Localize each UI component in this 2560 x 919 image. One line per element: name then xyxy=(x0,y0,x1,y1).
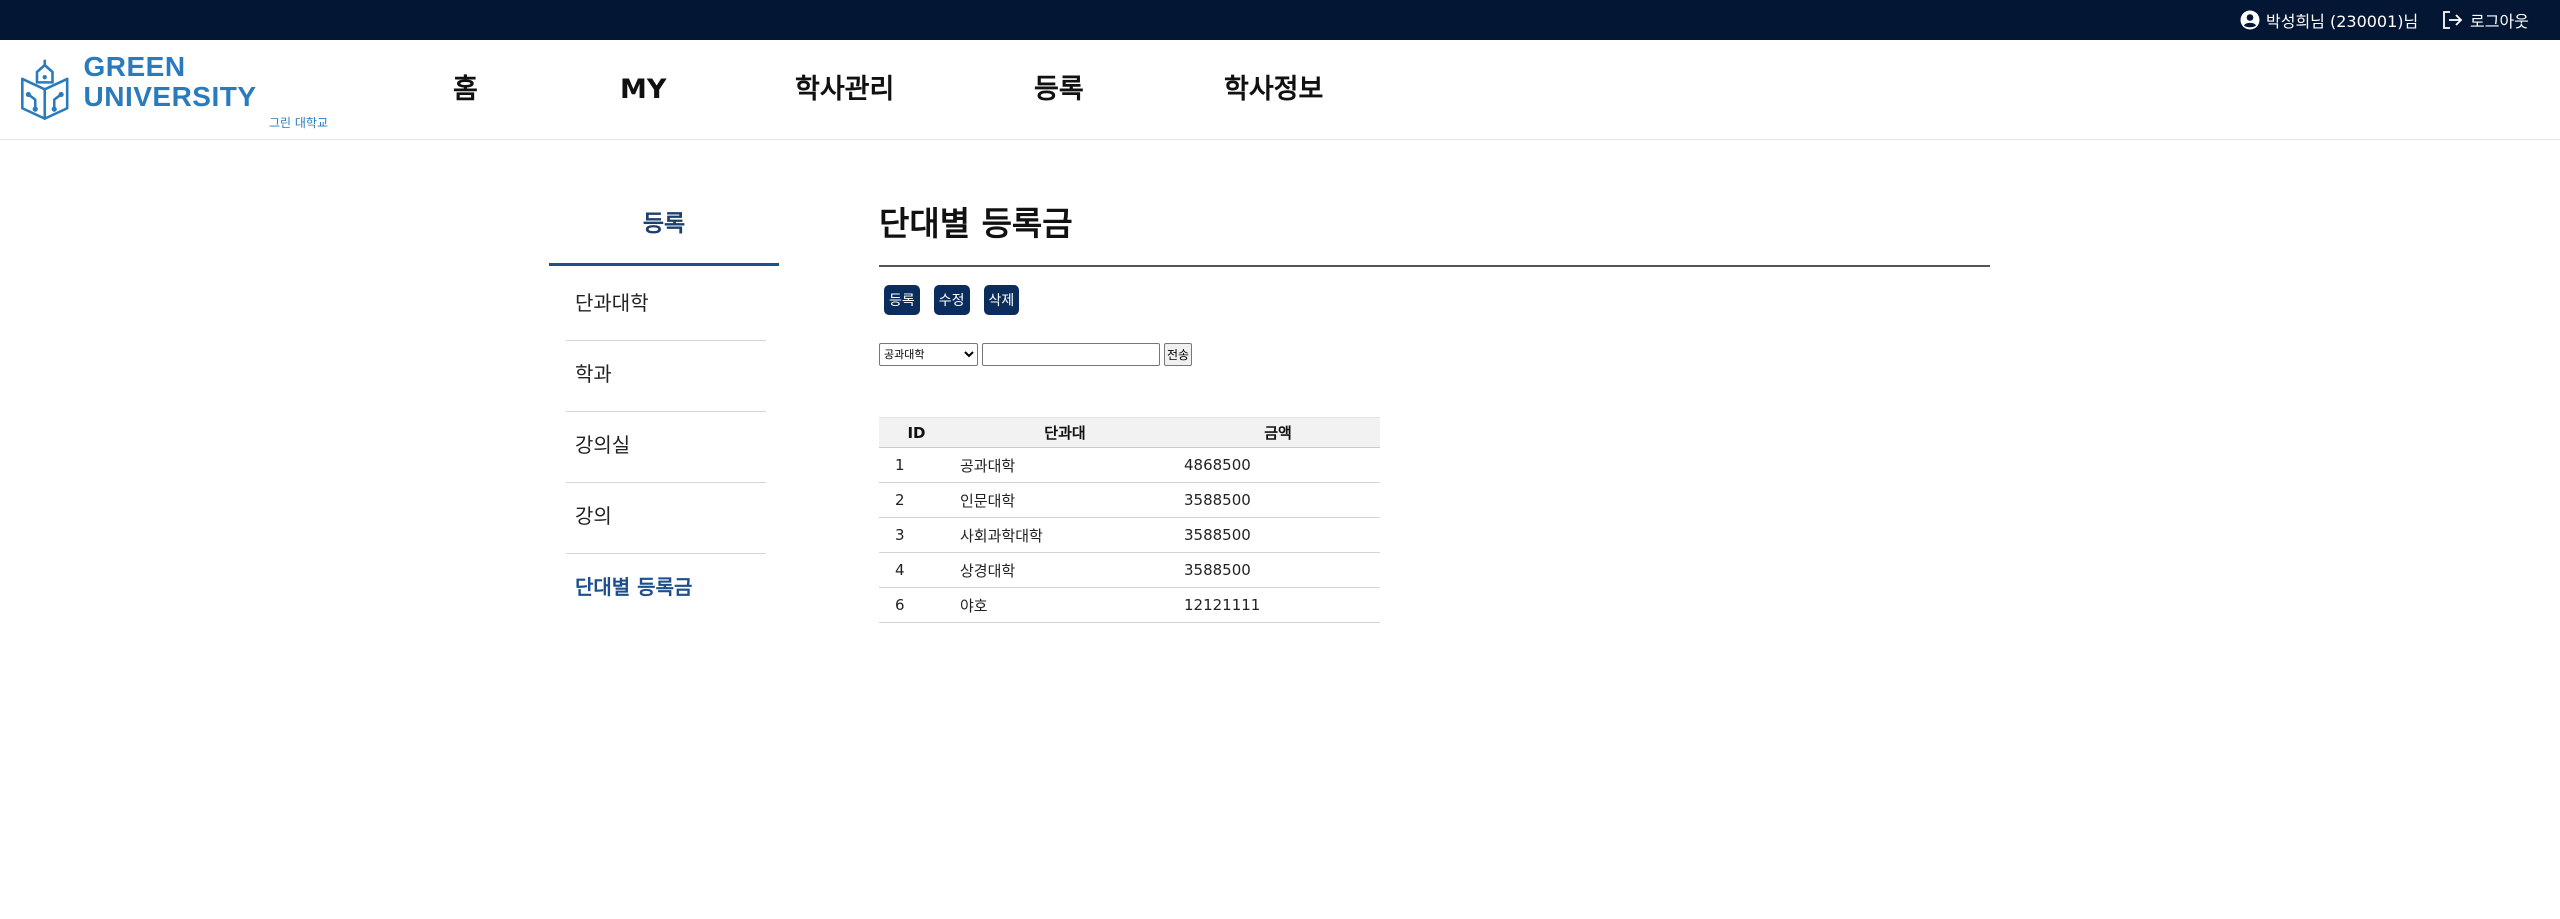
cell-college: 인문대학 xyxy=(954,482,1176,518)
tuition-table: ID 단과대 금액 1 공과대학 4868500 2 인문대학 3588500 … xyxy=(879,417,1380,623)
cell-college: 야호 xyxy=(954,587,1176,623)
cell-college: 사회과학대학 xyxy=(954,517,1176,553)
nav-item-my[interactable]: MY xyxy=(620,70,666,110)
cell-id: 1 xyxy=(879,447,954,483)
logout-label: 로그아웃 xyxy=(2470,12,2529,31)
sidebar-item-lectures[interactable]: 강의 xyxy=(566,483,766,554)
table-row: 6 야호 12121111 xyxy=(879,587,1380,623)
edit-button[interactable]: 수정 xyxy=(933,285,970,315)
sidebar-title: 등록 xyxy=(549,200,779,266)
column-header-amount: 금액 xyxy=(1176,417,1380,448)
brand-text: GREEN UNIVERSITY 그린 대학교 xyxy=(83,50,329,131)
table-row: 3 사회과학대학 3588500 xyxy=(879,517,1380,553)
table-header-row: ID 단과대 금액 xyxy=(879,417,1380,448)
cell-college: 상경대학 xyxy=(954,552,1176,588)
submit-button[interactable]: 전송 xyxy=(1164,343,1193,366)
action-buttons: 등록 수정 삭제 xyxy=(884,285,1020,315)
cell-amount: 4868500 xyxy=(1176,447,1380,483)
cell-id: 6 xyxy=(879,587,954,623)
cell-id: 4 xyxy=(879,552,954,588)
table-row: 4 상경대학 3588500 xyxy=(879,552,1380,588)
sidebar-item-college-tuition[interactable]: 단대별 등록금 xyxy=(566,554,766,625)
cell-college: 공과대학 xyxy=(954,447,1176,483)
table-row: 2 인문대학 3588500 xyxy=(879,482,1380,518)
nav-item-registration[interactable]: 등록 xyxy=(1034,70,1084,110)
sidebar-item-colleges[interactable]: 단과대학 xyxy=(566,270,766,341)
brand-name: GREEN UNIVERSITY xyxy=(83,50,257,112)
university-emblem-icon xyxy=(21,59,69,120)
site-header: GREEN UNIVERSITY 그린 대학교 홈 MY 학사관리 등록 학사정… xyxy=(0,40,2560,140)
logout-icon xyxy=(2443,11,2463,29)
cell-id: 2 xyxy=(879,482,954,518)
user-info: 박성희님 (230001)님 xyxy=(2240,9,2418,31)
nav-item-home[interactable]: 홈 xyxy=(453,70,478,110)
cell-amount: 3588500 xyxy=(1176,517,1380,553)
user-name-label: 박성희님 (230001)님 xyxy=(2266,12,2419,31)
delete-button[interactable]: 삭제 xyxy=(983,285,1020,315)
brand-subtitle: 그린 대학교 xyxy=(268,115,328,130)
table-row: 1 공과대학 4868500 xyxy=(879,447,1380,483)
nav-item-academic-management[interactable]: 학사관리 xyxy=(795,70,894,110)
college-select[interactable]: 공과대학 xyxy=(879,343,978,366)
university-logo[interactable]: GREEN UNIVERSITY 그린 대학교 xyxy=(18,50,329,131)
cell-id: 3 xyxy=(879,517,954,553)
search-form: 공과대학 전송 xyxy=(879,343,1193,366)
logout-link[interactable]: 로그아웃 xyxy=(2442,9,2529,31)
column-header-college: 단과대 xyxy=(954,417,1176,448)
cell-amount: 3588500 xyxy=(1176,552,1380,588)
sidebar-item-departments[interactable]: 학과 xyxy=(566,341,766,412)
sidebar-item-classrooms[interactable]: 강의실 xyxy=(566,412,766,483)
title-divider xyxy=(879,265,1990,267)
cell-amount: 12121111 xyxy=(1176,587,1380,623)
user-circle-icon xyxy=(2240,10,2260,30)
cell-amount: 3588500 xyxy=(1176,482,1380,518)
search-input[interactable] xyxy=(982,343,1160,366)
sidebar-menu: 단과대학 학과 강의실 강의 단대별 등록금 xyxy=(566,270,766,625)
create-button[interactable]: 등록 xyxy=(884,285,920,315)
column-header-id: ID xyxy=(879,417,954,448)
top-utility-bar: 박성희님 (230001)님 로그아웃 xyxy=(0,0,2560,40)
page-title: 단대별 등록금 xyxy=(879,204,1073,243)
nav-item-academic-info[interactable]: 학사정보 xyxy=(1224,70,1323,110)
